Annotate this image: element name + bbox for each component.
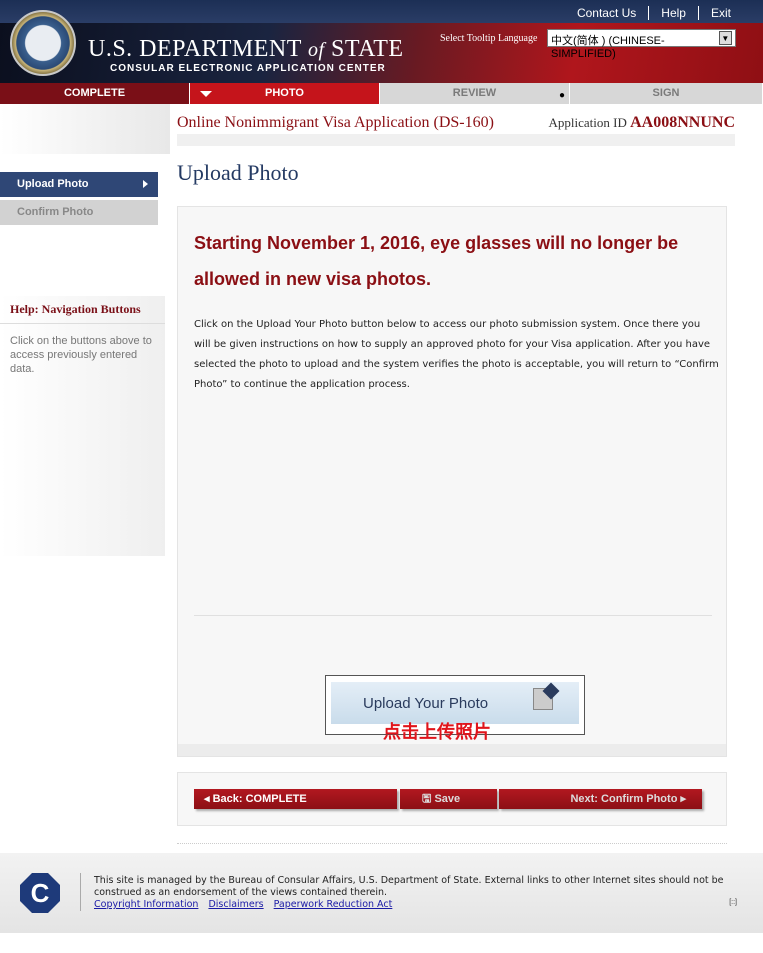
save-button[interactable]: 🖫 Save [400, 789, 497, 809]
sidebar-item-confirm-photo: Confirm Photo [0, 200, 158, 225]
tab-photo[interactable]: PHOTO [190, 83, 380, 104]
top-bar: Contact Us Help Exit [0, 0, 763, 23]
paperwork-reduction-link[interactable]: Paperwork Reduction Act [274, 899, 393, 910]
application-title: Online Nonimmigrant Visa Application (DS… [177, 114, 494, 131]
help-title: Help: Navigation Buttons [0, 296, 165, 324]
page-title: Upload Photo [177, 160, 299, 185]
eyeglasses-warning: Starting November 1, 2016, eye glasses w… [194, 233, 679, 289]
tooltip-language-label: Select Tooltip Language [440, 33, 538, 44]
tooltip-language-select[interactable]: 中文(简体 ) (CHINESE-SIMPLIFIED) ▼ [547, 29, 736, 60]
ceac-subtitle: CONSULAR ELECTRONIC APPLICATION CENTER [110, 63, 386, 74]
tab-review: REVIEW ● [380, 83, 570, 104]
help-link[interactable]: Help [648, 6, 698, 20]
banner: U.S. DEPARTMENT of STATE CONSULAR ELECTR… [0, 10, 763, 83]
divider [194, 615, 712, 616]
sidebar: Upload Photo Confirm Photo [0, 172, 158, 228]
chevron-down-icon: ▼ [718, 31, 732, 45]
next-button[interactable]: Next: Confirm Photo ▸ [499, 789, 702, 809]
footer-disclaimer: This site is managed by the Bureau of Co… [94, 875, 724, 898]
upload-icon [533, 688, 553, 710]
instructions-text: Click on the Upload Your Photo button be… [194, 319, 719, 390]
disclaimers-link[interactable]: Disclaimers [208, 899, 263, 910]
footer: C This site is managed by the Bureau of … [0, 853, 763, 933]
contact-us-link[interactable]: Contact Us [565, 6, 648, 20]
state-department-seal-icon [10, 10, 76, 76]
progress-tabs: COMPLETE PHOTO REVIEW ● SIGN [0, 83, 763, 104]
tab-complete[interactable]: COMPLETE [0, 83, 190, 104]
chinese-annotation: 点击上传照片 [383, 722, 491, 742]
application-id: Application ID AA008NNUNC [548, 114, 735, 131]
navigation-panel: ◂ Back: COMPLETE 🖫 Save Next: Confirm Ph… [177, 772, 727, 826]
sidebar-item-upload-photo[interactable]: Upload Photo [0, 172, 158, 197]
floppy-disk-icon: 🖫 [422, 793, 432, 805]
consular-affairs-logo-icon: C [20, 873, 60, 913]
footer-badge: [::] [729, 899, 737, 906]
upload-panel: Starting November 1, 2016, eye glasses w… [177, 206, 727, 757]
exit-link[interactable]: Exit [697, 6, 743, 20]
department-title: U.S. DEPARTMENT of STATE [88, 36, 404, 62]
tab-sign: SIGN [570, 83, 763, 104]
copyright-link[interactable]: Copyright Information [94, 899, 198, 910]
back-button[interactable]: ◂ Back: COMPLETE [194, 789, 397, 809]
help-box: Help: Navigation Buttons Click on the bu… [0, 296, 165, 556]
dot-icon: ● [558, 90, 565, 101]
help-text: Click on the buttons above to access pre… [10, 335, 152, 375]
